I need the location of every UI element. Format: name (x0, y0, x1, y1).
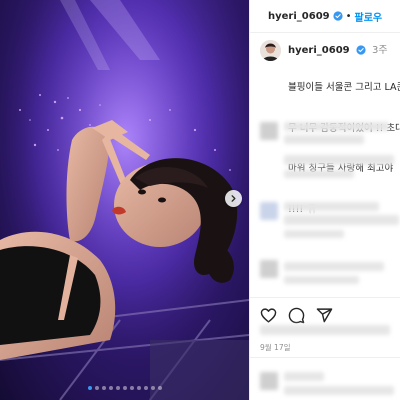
carousel-dot (143, 386, 148, 390)
comment-text-blurred (284, 215, 399, 225)
carousel-dot (122, 386, 127, 390)
comment-box-divider (250, 357, 400, 358)
next-image-button[interactable] (225, 190, 242, 207)
header-separator: • (345, 10, 352, 22)
carousel-dot (115, 386, 120, 390)
carousel-dot (87, 386, 92, 390)
carousel-indicator (0, 386, 249, 390)
comment-text-blurred (284, 262, 384, 271)
carousel-dot (101, 386, 106, 390)
comment-text-blurred (284, 372, 324, 381)
post-header: hyeri_0609 • 팔로우 (250, 0, 400, 32)
heart-icon[interactable] (260, 307, 277, 324)
likes-count-blurred (260, 325, 400, 336)
comments-list-blurred (250, 110, 400, 295)
comment-avatar-blurred (260, 372, 278, 390)
header-divider (250, 32, 400, 33)
post-media (0, 0, 249, 400)
comment-icon[interactable] (288, 307, 305, 324)
carousel-dot (150, 386, 155, 390)
comment-text-blurred (284, 135, 364, 144)
carousel-dot (129, 386, 134, 390)
comment-text-blurred (284, 202, 379, 211)
caption-line: 블핑이들 서울콘 그리고 LA콘 (288, 82, 400, 93)
concert-selfie-photo (0, 0, 249, 400)
comment-text-blurred (284, 122, 389, 131)
comment-text-blurred (284, 386, 394, 395)
carousel-dot (136, 386, 141, 390)
add-comment-area-blurred (250, 360, 400, 400)
chevron-right-icon (231, 195, 236, 202)
post-actions (260, 304, 333, 326)
actions-divider (250, 297, 400, 298)
comment-avatar-blurred (260, 202, 278, 220)
carousel-dot (108, 386, 113, 390)
carousel-dot (94, 386, 99, 390)
post-date: 9월 17일 (260, 343, 291, 352)
header-username[interactable]: hyeri_0609 (268, 11, 330, 22)
likes-text-blurred (260, 325, 390, 335)
carousel-dot (157, 386, 162, 390)
follow-button[interactable]: 팔로우 (355, 9, 383, 24)
comment-avatar-blurred (260, 122, 278, 140)
avatar[interactable] (260, 40, 281, 61)
verified-badge-icon (333, 11, 343, 21)
paper-plane-icon[interactable] (316, 307, 333, 324)
comment-text-blurred (284, 170, 354, 178)
avatar-image (260, 40, 281, 61)
comment-text-blurred (284, 230, 344, 238)
comment-text-blurred (284, 155, 394, 165)
comment-avatar-blurred (260, 260, 278, 278)
comment-text-blurred (284, 276, 359, 284)
post-side-panel: hyeri_0609 • 팔로우 hyeri_0609 3주 블핑이들 서울콘 … (249, 0, 400, 400)
